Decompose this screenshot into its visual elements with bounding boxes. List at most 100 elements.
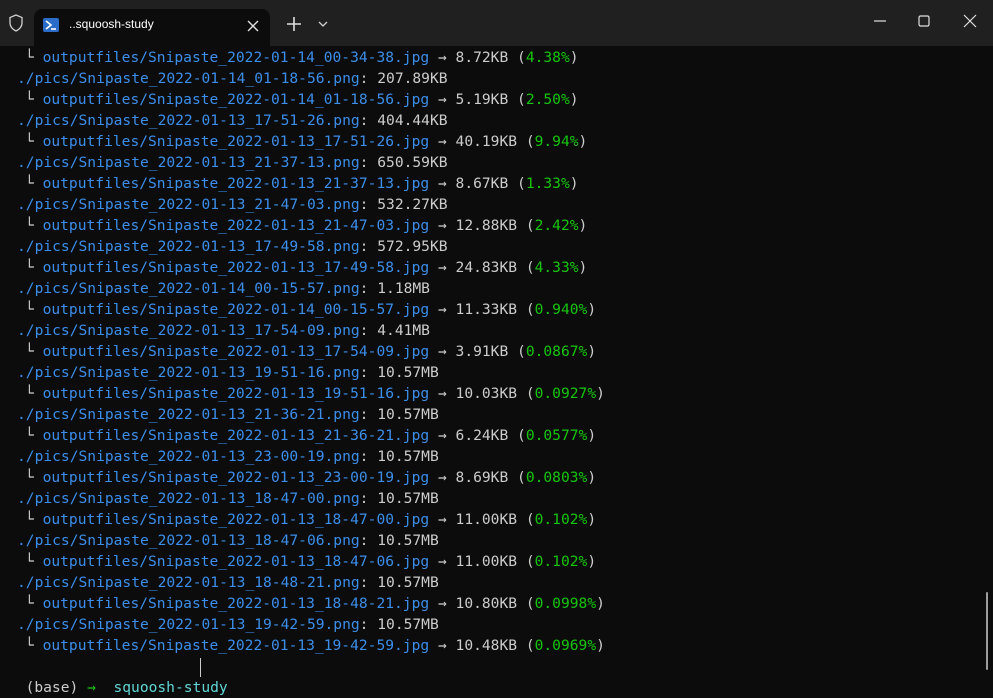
scrollbar-thumb[interactable] [986,592,988,670]
file-size: : 10.57MB [359,574,439,591]
close-paren: ) [596,595,605,612]
tab-title: ..squoosh-study [69,17,154,31]
tree-branch: └ [25,133,43,150]
file-path: outputfiles/Snipaste_2022-01-14_00-15-57… [42,301,430,318]
file-size: : 1.18MB [359,280,430,297]
file-path: outputfiles/Snipaste_2022-01-13_21-47-03… [42,217,430,234]
file-path: ./pics/Snipaste_2022-01-13_17-51-26.png [17,112,360,129]
close-tab-icon[interactable] [244,17,262,35]
compression-ratio: 1.33% [525,175,570,192]
tree-branch: └ [25,637,43,654]
compression-ratio: 0.0803% [525,469,588,486]
compression-ratio: 4.33% [534,259,579,276]
close-paren: ) [569,175,579,192]
file-path: outputfiles/Snipaste_2022-01-13_17-49-58… [42,259,430,276]
tree-branch: └ [25,427,43,444]
compression-ratio: 0.940% [534,301,588,318]
output-file-line: └ outputfiles/Snipaste_2022-01-13_17-54-… [25,341,596,362]
file-path: outputfiles/Snipaste_2022-01-13_17-51-26… [42,133,430,150]
file-size: → 12.88KB ( [429,217,535,234]
compression-ratio: 0.0577% [525,427,588,444]
file-path: ./pics/Snipaste_2022-01-13_17-54-09.png [17,322,360,339]
file-path: outputfiles/Snipaste_2022-01-14_00-34-38… [42,49,430,66]
close-paren: ) [587,343,597,360]
close-window-icon[interactable] [962,13,978,29]
output-file-line: └ outputfiles/Snipaste_2022-01-13_18-47-… [25,551,596,572]
output-file-line: └ outputfiles/Snipaste_2022-01-13_21-36-… [25,425,596,446]
file-path: outputfiles/Snipaste_2022-01-13_17-54-09… [42,343,430,360]
shield-icon[interactable] [8,14,24,32]
file-path: ./pics/Snipaste_2022-01-13_19-42-59.png [17,616,360,633]
file-size: → 10.48KB ( [429,637,535,654]
source-file-line: ./pics/Snipaste_2022-01-13_21-36-21.png:… [17,404,439,425]
tree-branch: └ [25,553,43,570]
file-size: → 8.69KB ( [429,469,526,486]
output-file-line: └ outputfiles/Snipaste_2022-01-13_18-47-… [25,509,596,530]
file-path: outputfiles/Snipaste_2022-01-13_19-51-16… [42,385,430,402]
source-file-line: ./pics/Snipaste_2022-01-13_19-51-16.png:… [17,362,439,383]
file-path: ./pics/Snipaste_2022-01-13_23-00-19.png [17,448,360,465]
file-size: → 10.03KB ( [429,385,535,402]
file-size: : 10.57MB [359,406,439,423]
text-cursor [200,658,201,677]
close-paren: ) [569,91,579,108]
tab-active[interactable]: ..squoosh-study [34,9,270,46]
output-file-line: └ outputfiles/Snipaste_2022-01-14_01-18-… [25,89,579,110]
file-path: ./pics/Snipaste_2022-01-13_18-48-21.png [17,574,360,591]
compression-ratio: 0.102% [534,511,588,528]
close-paren: ) [578,259,588,276]
terminal-output[interactable]: └ outputfiles/Snipaste_2022-01-14_00-34-… [0,46,993,686]
output-file-line: └ outputfiles/Snipaste_2022-01-14_00-15-… [25,299,596,320]
chevron-down-icon[interactable] [316,17,330,31]
file-size: : 4.41MB [359,322,430,339]
file-size: → 8.67KB ( [429,175,526,192]
source-file-line: ./pics/Snipaste_2022-01-13_21-47-03.png:… [17,194,448,215]
file-size: → 8.72KB ( [429,49,526,66]
close-paren: ) [587,553,597,570]
file-size: → 5.19KB ( [429,91,526,108]
output-file-line: └ outputfiles/Snipaste_2022-01-13_21-37-… [25,173,579,194]
source-file-line: ./pics/Snipaste_2022-01-13_17-49-58.png:… [17,236,448,257]
new-tab-icon[interactable] [284,14,304,34]
close-paren: ) [578,133,588,150]
tree-branch: └ [25,259,43,276]
source-file-line: ./pics/Snipaste_2022-01-13_18-47-00.png:… [17,488,439,509]
source-file-line: ./pics/Snipaste_2022-01-13_18-47-06.png:… [17,530,439,551]
close-paren: ) [587,427,597,444]
tree-branch: └ [25,91,43,108]
file-size: : 404.44KB [359,112,448,129]
file-size: → 24.83KB ( [429,259,535,276]
shell-prompt: (base) → squoosh-study [8,656,228,696]
tree-branch: └ [25,469,43,486]
output-file-line: └ outputfiles/Snipaste_2022-01-13_17-49-… [25,257,587,278]
close-paren: ) [569,49,579,66]
maximize-icon[interactable] [916,13,932,29]
file-size: : 10.57MB [359,448,439,465]
tree-branch: └ [25,217,43,234]
file-size: : 10.57MB [359,616,439,633]
file-size: → 6.24KB ( [429,427,526,444]
file-path: ./pics/Snipaste_2022-01-13_21-36-21.png [17,406,360,423]
compression-ratio: 0.102% [534,553,588,570]
file-path: ./pics/Snipaste_2022-01-13_21-47-03.png [17,196,360,213]
output-file-line: └ outputfiles/Snipaste_2022-01-13_18-48-… [25,593,605,614]
output-file-line: └ outputfiles/Snipaste_2022-01-13_19-51-… [25,383,605,404]
file-path: ./pics/Snipaste_2022-01-14_01-18-56.png [17,70,360,87]
source-file-line: ./pics/Snipaste_2022-01-13_23-00-19.png:… [17,446,439,467]
source-file-line: ./pics/Snipaste_2022-01-13_18-48-21.png:… [17,572,439,593]
source-file-line: ./pics/Snipaste_2022-01-14_00-15-57.png:… [17,278,430,299]
file-size: : 650.59KB [359,154,448,171]
minimize-icon[interactable] [872,13,888,29]
file-size: → 11.33KB ( [429,301,535,318]
compression-ratio: 2.42% [534,217,579,234]
file-path: ./pics/Snipaste_2022-01-13_18-47-00.png [17,490,360,507]
output-file-line: └ outputfiles/Snipaste_2022-01-13_23-00-… [25,467,596,488]
file-size: → 40.19KB ( [429,133,535,150]
file-size: → 11.00KB ( [429,511,535,528]
tree-branch: └ [25,511,43,528]
file-size: : 207.89KB [359,70,448,87]
close-paren: ) [587,511,597,528]
compression-ratio: 0.0998% [534,595,597,612]
file-size: : 10.57MB [359,532,439,549]
file-path: ./pics/Snipaste_2022-01-13_19-51-16.png [17,364,360,381]
